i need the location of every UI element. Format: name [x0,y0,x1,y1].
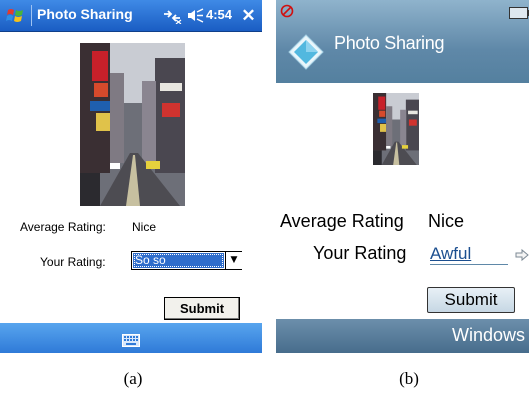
panel-a-windows-mobile: Photo Sharing 4:54 ✕ Average Rating: Nic… [0,0,262,355]
keyboard-icon[interactable] [122,332,140,347]
submit-button[interactable]: Submit [164,297,240,320]
submit-button[interactable]: Submit [427,287,515,313]
average-rating-value: Nice [428,211,465,231]
diamond-app-icon [288,34,324,70]
caption-a: (a) [123,369,143,388]
bottom-menu-bar [0,323,262,353]
softkey-windows[interactable]: Windows [452,325,525,346]
your-rating-label: Your Rating [313,243,407,263]
your-rating-select[interactable]: Awful [430,244,471,264]
select-underline [430,264,508,265]
average-rating-label: Average Rating [280,211,404,231]
app-header: Photo Sharing [276,0,529,83]
close-icon[interactable]: ✕ [238,5,259,26]
connectivity-icon[interactable] [162,8,182,25]
clock-time[interactable]: 4:54 [206,7,232,22]
shared-photo [80,43,185,206]
title-bar: Photo Sharing 4:54 ✕ [0,0,262,32]
caption-b: (b) [399,369,419,388]
softkey-bar: Windows [276,319,529,353]
panel-b-screen: Photo Sharing Average Rating Nice Your R… [276,0,529,353]
your-rating-select[interactable]: So so ▼ [131,251,242,270]
panel-a-screen: Photo Sharing 4:54 ✕ Average Rating: Nic… [0,0,262,353]
app-title: Photo Sharing [334,33,445,53]
average-rating-value: Nice [132,220,157,234]
average-rating-label: Average Rating: [20,220,106,234]
windows-flag-icon[interactable] [6,6,25,25]
title-separator [31,5,32,26]
hand-pointer-icon[interactable] [514,247,529,263]
shared-photo [373,93,419,165]
no-signal-icon [280,3,294,18]
your-rating-selected-value[interactable]: So so [133,253,224,268]
volume-icon[interactable] [186,8,204,23]
battery-icon [509,4,529,19]
panel-b-s60: Photo Sharing Average Rating Nice Your R… [276,0,529,355]
your-rating-label: Your Rating: [40,255,106,269]
app-title: Photo Sharing [37,6,133,22]
dropdown-arrow-icon[interactable]: ▼ [225,252,242,269]
